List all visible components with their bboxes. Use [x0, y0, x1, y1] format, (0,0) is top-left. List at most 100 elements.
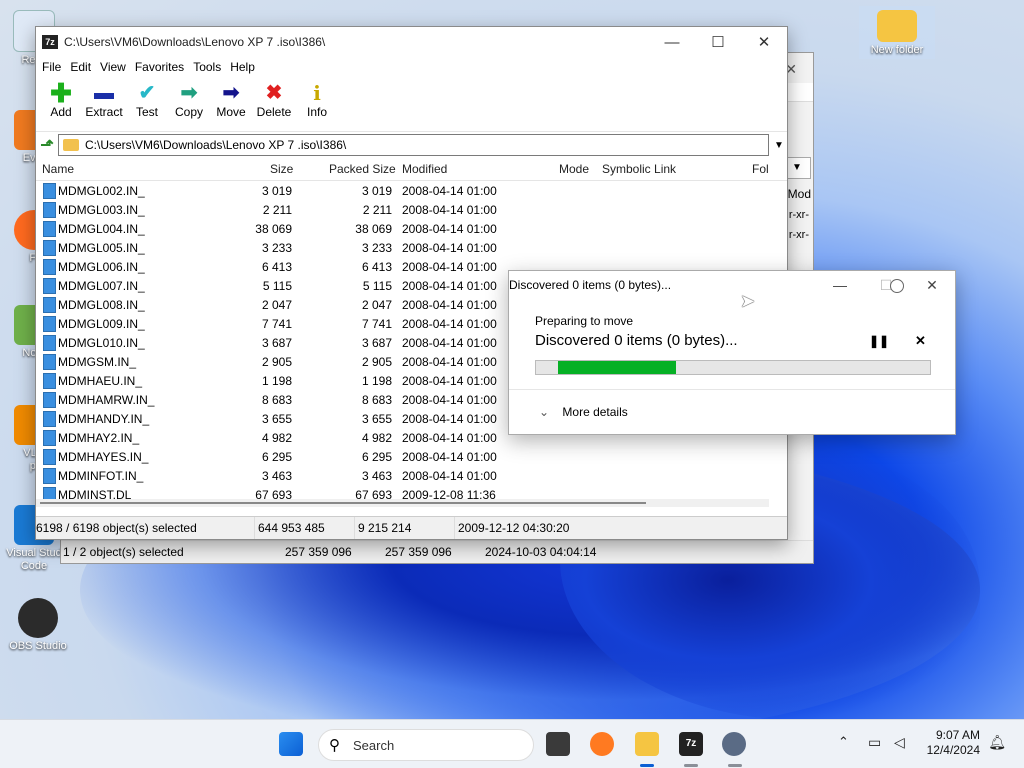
close-button[interactable]: ✕ — [741, 27, 787, 57]
menu-help[interactable]: Help — [230, 60, 255, 74]
more-details-toggle[interactable]: ⌄ More details — [539, 405, 628, 419]
search-placeholder: Search — [353, 738, 395, 753]
clock-time: 9:07 AM — [935, 728, 980, 742]
horizontal-scrollbar[interactable] — [36, 499, 769, 507]
info-icon: i — [313, 81, 321, 105]
move-progress-dialog[interactable]: Discovered 0 items (0 bytes)... — ☐ ✕ Pr… — [508, 270, 956, 435]
address-field[interactable]: C:\Users\VM6\Downloads\Lenovo XP 7 .iso\… — [58, 134, 769, 156]
column-header-name[interactable]: Name — [42, 162, 74, 176]
dialog-title-bar[interactable]: Discovered 0 items (0 bytes)... — ☐ ✕ — [509, 271, 955, 299]
chevron-up-icon[interactable]: ⌃ — [838, 734, 849, 750]
file-icon — [43, 468, 56, 484]
file-modified: 2008-04-14 01:00 — [402, 412, 497, 426]
info-button[interactable]: i Info — [296, 81, 338, 119]
obs-icon — [18, 598, 58, 638]
file-icon — [43, 373, 56, 389]
file-modified: 2008-04-14 01:00 — [402, 260, 497, 274]
add-button[interactable]: ✚ Add — [40, 80, 82, 119]
file-modified: 2008-04-14 01:00 — [402, 203, 497, 217]
volume-icon[interactable]: ◁ — [894, 734, 905, 751]
copy-icon: ➡ — [180, 82, 198, 104]
progress-bar-fill — [558, 361, 677, 374]
close-button[interactable]: ✕ — [909, 277, 955, 294]
column-header-modified[interactable]: Modified — [402, 162, 447, 176]
title-bar[interactable]: 7z C:\Users\VM6\Downloads\Lenovo XP 7 .i… — [36, 27, 787, 57]
settings-taskbar-icon[interactable] — [722, 732, 746, 756]
file-packed-size: 2 905 — [361, 355, 392, 369]
7zip-app-icon: 7z — [42, 35, 58, 49]
minimize-button[interactable]: — — [649, 27, 695, 57]
7zip-taskbar-icon[interactable]: 7z — [679, 732, 703, 756]
file-size: 2 211 — [262, 203, 292, 217]
firefox-taskbar-icon[interactable] — [590, 732, 614, 756]
file-size: 6 295 — [261, 450, 292, 464]
search-icon: ⚲ — [329, 737, 340, 754]
menu-view[interactable]: View — [100, 60, 126, 74]
file-name: MDMINST.DL_ — [58, 488, 139, 499]
file-row[interactable]: MDMGL003.IN_ 2 211 2 211 2008-04-14 01:00 — [36, 200, 787, 219]
status-bar: 6198 / 6198 object(s) selected 644 953 4… — [36, 516, 787, 539]
file-modified: 2008-04-14 01:00 — [402, 450, 497, 464]
file-modified: 2008-04-14 01:00 — [402, 222, 497, 236]
scrollbar-thumb[interactable] — [40, 502, 646, 504]
file-row[interactable]: MDMINST.DL_ 67 693 67 693 2009-12-08 11:36 — [36, 485, 787, 499]
taskbar-clock[interactable]: 9:07 AM 12/4/2024 — [927, 728, 980, 758]
chevron-down-icon: ⌄ — [539, 405, 550, 419]
extract-button[interactable]: ▬ Extract — [82, 81, 126, 119]
file-name: MDMGL004.IN_ — [58, 222, 145, 236]
file-name: MDMHANDY.IN_ — [58, 412, 150, 426]
file-icon — [43, 316, 56, 332]
file-packed-size: 67 693 — [355, 488, 392, 499]
desktop-icon-new-folder[interactable]: New folder — [859, 6, 935, 59]
file-name: MDMGL003.IN_ — [58, 203, 145, 217]
test-button[interactable]: ✔ Test — [126, 81, 168, 119]
menu-edit[interactable]: Edit — [70, 60, 91, 74]
file-explorer-taskbar-icon[interactable] — [635, 732, 659, 756]
menu-favorites[interactable]: Favorites — [135, 60, 184, 74]
maximize-button[interactable]: ☐ — [695, 27, 741, 57]
move-button[interactable]: ➡ Move — [210, 81, 252, 119]
column-header-symbolic-link[interactable]: Symbolic Link — [602, 162, 676, 176]
column-header-mode[interactable]: Mode — [559, 162, 589, 176]
file-size: 6 413 — [261, 260, 292, 274]
column-header-folders[interactable]: Fol — [752, 162, 769, 176]
status-date: 2009-12-12 04:30:20 — [458, 521, 570, 535]
open-app-indicator — [728, 764, 742, 767]
menu-tools[interactable]: Tools — [193, 60, 221, 74]
file-row[interactable]: MDMINFOT.IN_ 3 463 3 463 2008-04-14 01:00 — [36, 466, 787, 485]
file-name: MDMGL008.IN_ — [58, 298, 145, 312]
start-button[interactable] — [279, 732, 303, 756]
file-icon — [43, 449, 56, 465]
network-icon[interactable]: ▭ — [868, 734, 881, 751]
copy-button[interactable]: ➡ Copy — [168, 81, 210, 119]
file-row[interactable]: MDMGL004.IN_ 38 069 38 069 2008-04-14 01:00 — [36, 219, 787, 238]
task-view-icon[interactable] — [546, 732, 570, 756]
file-packed-size: 3 019 — [361, 184, 392, 198]
column-header-packed-size[interactable]: Packed Size — [329, 162, 396, 176]
cancel-button[interactable]: ✕ — [915, 333, 926, 349]
toolbar-label: Extract — [85, 105, 123, 119]
notification-bell-icon[interactable]: 🔔︎ — [988, 734, 1006, 751]
taskbar-search-box[interactable]: ⚲ Search — [318, 729, 534, 761]
desktop-icon-obs[interactable]: OBS Studio — [2, 598, 74, 653]
delete-button[interactable]: ✖ Delete — [252, 81, 296, 119]
file-name: MDMHAYES.IN_ — [58, 450, 149, 464]
menu-file[interactable]: File — [42, 60, 61, 74]
clock-date: 12/4/2024 — [926, 743, 980, 757]
address-bar: ⬏ C:\Users\VM6\Downloads\Lenovo XP 7 .is… — [36, 131, 787, 158]
pause-button[interactable]: ❚❚ — [869, 334, 889, 348]
file-name: MDMHAEU.IN_ — [58, 374, 143, 388]
file-row[interactable]: MDMHAYES.IN_ 6 295 6 295 2008-04-14 01:00 — [36, 447, 787, 466]
chevron-down-icon[interactable]: ▼ — [771, 140, 787, 151]
menu-bar: File Edit View Favorites Tools Help — [36, 57, 787, 77]
minimize-button[interactable]: — — [817, 277, 863, 293]
background-status-bar: 1 / 2 object(s) selected 257 359 096 257… — [61, 540, 813, 563]
file-size: 67 693 — [255, 488, 292, 499]
file-row[interactable]: MDMGL002.IN_ 3 019 3 019 2008-04-14 01:00 — [36, 181, 787, 200]
column-header-size[interactable]: Size — [270, 162, 293, 176]
file-modified: 2008-04-14 01:00 — [402, 355, 497, 369]
file-row[interactable]: MDMGL005.IN_ 3 233 3 233 2008-04-14 01:00 — [36, 238, 787, 257]
column-header-mode[interactable]: Mod — [788, 187, 811, 201]
move-icon: ➡ — [222, 82, 240, 104]
up-folder-icon[interactable]: ⬏ — [36, 135, 58, 155]
